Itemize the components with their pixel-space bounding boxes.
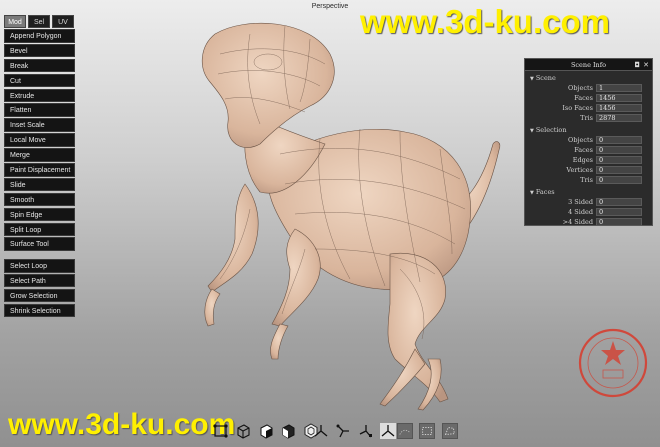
section-faces[interactable]: ▼ Faces: [525, 187, 652, 197]
watermark-top: www.3d-ku.com: [360, 3, 610, 40]
smooth-shaded-icon[interactable]: [280, 423, 296, 439]
value-field: 0: [596, 146, 642, 154]
inset-scale-button[interactable]: Inset Scale: [4, 118, 75, 132]
value-field: 0: [596, 176, 642, 184]
select-loop-button[interactable]: Select Loop: [4, 259, 75, 273]
close-icon[interactable]: ✕: [643, 59, 649, 71]
row-faces-4-sided: 4 Sided 0: [525, 207, 652, 217]
minimize-icon[interactable]: ◘: [634, 59, 640, 71]
slide-button[interactable]: Slide: [4, 177, 75, 192]
value-field: 1456: [596, 94, 642, 102]
select-rect-icon[interactable]: [419, 423, 436, 439]
extrude-button[interactable]: Extrude: [4, 88, 75, 103]
value-field: 0: [596, 218, 642, 226]
flatten-button[interactable]: Flatten: [4, 103, 75, 117]
break-button[interactable]: Break: [4, 58, 75, 73]
vertex-display-icon[interactable]: [213, 423, 229, 439]
tab-mod[interactable]: Mod: [4, 15, 26, 28]
append-polygon-button[interactable]: Append Polygon: [4, 29, 75, 43]
value-field: 0: [596, 208, 642, 216]
value-field: 0: [596, 156, 642, 164]
tab-uv[interactable]: UV: [52, 15, 74, 28]
select-path-button[interactable]: Select Path: [4, 273, 75, 288]
paint-displacement-button[interactable]: Paint Displacement: [4, 163, 75, 177]
row-sel-tris: Tris 0: [525, 175, 652, 185]
row-scene-tris: Tris 2878: [525, 113, 652, 123]
value-field: 0: [596, 198, 642, 206]
row-faces-more-sided: >4 Sided 0: [525, 217, 652, 227]
grid-toggle-icon[interactable]: [397, 423, 413, 439]
flat-shaded-icon[interactable]: [258, 423, 274, 439]
section-selection[interactable]: ▼ Selection: [525, 125, 652, 135]
row-sel-vertices: Vertices 0: [525, 165, 652, 175]
collapse-triangle-icon: ▼: [530, 190, 534, 196]
local-move-button[interactable]: Local Move: [4, 133, 75, 147]
dinosaur-mesh[interactable]: [190, 14, 530, 414]
grow-selection-button[interactable]: Grow Selection: [4, 288, 75, 303]
row-scene-objects: Objects 1: [525, 83, 652, 93]
value-field: 0: [596, 166, 642, 174]
section-scene[interactable]: ▼ Scene: [525, 73, 652, 83]
selection-tool-list: Select Loop Select Path Grow Selection S…: [4, 259, 75, 319]
extra-toolbar: [397, 423, 460, 441]
row-sel-edges: Edges 0: [525, 155, 652, 165]
row-sel-objects: Objects 0: [525, 135, 652, 145]
spin-edge-button[interactable]: Spin Edge: [4, 207, 75, 222]
shrink-selection-button[interactable]: Shrink Selection: [4, 303, 75, 318]
collapse-triangle-icon: ▼: [530, 76, 534, 82]
axis-y-view-icon[interactable]: [335, 423, 351, 439]
axis-persp-view-icon[interactable]: [380, 423, 397, 439]
scene-info-panel: Scene Info ◘ ✕ ▼ Scene Objects 1 Faces 1456…: [524, 58, 653, 226]
axis-view-toolbar: [313, 423, 398, 441]
row-sel-faces: Faces 0: [525, 145, 652, 155]
select-lasso-icon[interactable]: [441, 423, 458, 439]
display-mode-toolbar: [213, 423, 321, 441]
surface-tool-button[interactable]: Surface Tool: [4, 237, 75, 251]
wireframe-display-icon[interactable]: [235, 423, 251, 439]
scene-info-header[interactable]: Scene Info ◘ ✕: [525, 59, 652, 71]
value-field: 1456: [596, 104, 642, 112]
smooth-button[interactable]: Smooth: [4, 192, 75, 207]
row-faces-3-sided: 3 Sided 0: [525, 197, 652, 207]
scene-info-title: Scene Info: [570, 61, 607, 69]
row-scene-faces: Faces 1456: [525, 93, 652, 103]
axis-z-view-icon[interactable]: [358, 423, 374, 439]
axis-x-view-icon[interactable]: [313, 423, 329, 439]
mode-tabs: Mod Sel UV: [4, 15, 74, 28]
value-field: 0: [596, 136, 642, 144]
split-loop-button[interactable]: Split Loop: [4, 222, 75, 237]
bevel-button[interactable]: Bevel: [4, 43, 75, 58]
watermark-bottom: www.3d-ku.com: [8, 408, 236, 441]
value-field: 2878: [596, 114, 642, 122]
modeling-tool-list: Append Polygon Bevel Break Cut Extrude F…: [4, 29, 75, 252]
collapse-triangle-icon: ▼: [530, 128, 534, 134]
row-scene-iso-faces: Iso Faces 1456: [525, 103, 652, 113]
value-field: 1: [596, 84, 642, 92]
tab-sel[interactable]: Sel: [28, 15, 50, 28]
merge-button[interactable]: Merge: [4, 148, 75, 162]
red-seal-stamp: [578, 328, 648, 398]
cut-button[interactable]: Cut: [4, 73, 75, 88]
